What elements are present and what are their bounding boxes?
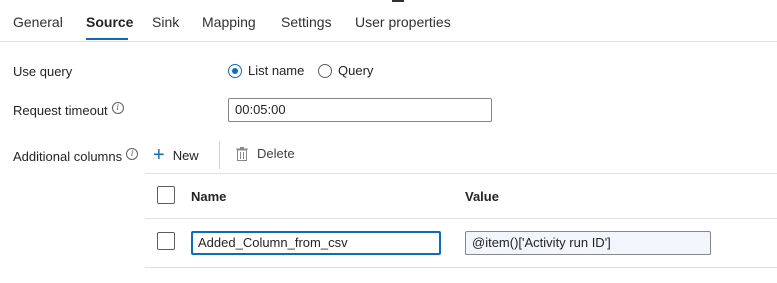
new-column-label: New: [172, 147, 199, 163]
request-timeout-label: Request timeout i: [13, 102, 124, 119]
additional-columns-label: Additional columns i: [13, 148, 139, 165]
active-tab-indicator: [86, 38, 128, 40]
radio-list-name-indicator[interactable]: [228, 63, 242, 78]
radio-list-name-label: List name: [248, 63, 305, 78]
request-timeout-input[interactable]: 00:05:00: [228, 98, 492, 122]
radio-list-name[interactable]: List name: [228, 63, 304, 78]
select-all-checkbox[interactable]: [157, 186, 175, 204]
table-header-border: [145, 218, 777, 219]
column-value-input[interactable]: @item()['Activity run ID']: [465, 231, 711, 255]
column-header-value: Value: [465, 189, 499, 204]
tab-source[interactable]: Source: [86, 13, 133, 31]
delete-column-label: Delete: [257, 146, 295, 161]
trash-icon: [236, 146, 248, 161]
additional-columns-label-text: Additional columns: [13, 149, 123, 164]
toolbar-divider: [219, 141, 220, 169]
info-icon[interactable]: i: [111, 102, 124, 114]
info-icon[interactable]: i: [126, 148, 139, 160]
radio-query-label: Query: [338, 63, 374, 78]
tab-mapping[interactable]: Mapping: [202, 13, 256, 31]
table-row-border: [145, 267, 777, 268]
row-checkbox[interactable]: [157, 232, 175, 250]
use-query-label: Use query: [13, 64, 73, 79]
plus-icon: +: [153, 144, 165, 166]
tab-user-properties[interactable]: User properties: [355, 13, 451, 31]
column-name-input[interactable]: Added_Column_from_csv: [191, 231, 441, 255]
tab-settings[interactable]: Settings: [281, 13, 332, 31]
table-top-border: [145, 173, 777, 174]
tab-bar: General Source Sink Mapping Settings Use…: [0, 0, 777, 42]
tab-sink[interactable]: Sink: [152, 13, 179, 31]
tab-general[interactable]: General: [13, 13, 63, 31]
radio-query-indicator[interactable]: [318, 63, 332, 78]
column-header-name: Name: [191, 189, 227, 204]
radio-query[interactable]: Query: [318, 63, 373, 78]
delete-column-button[interactable]: Delete: [236, 146, 295, 161]
new-column-button[interactable]: + New: [153, 145, 199, 165]
request-timeout-label-text: Request timeout: [13, 103, 108, 118]
